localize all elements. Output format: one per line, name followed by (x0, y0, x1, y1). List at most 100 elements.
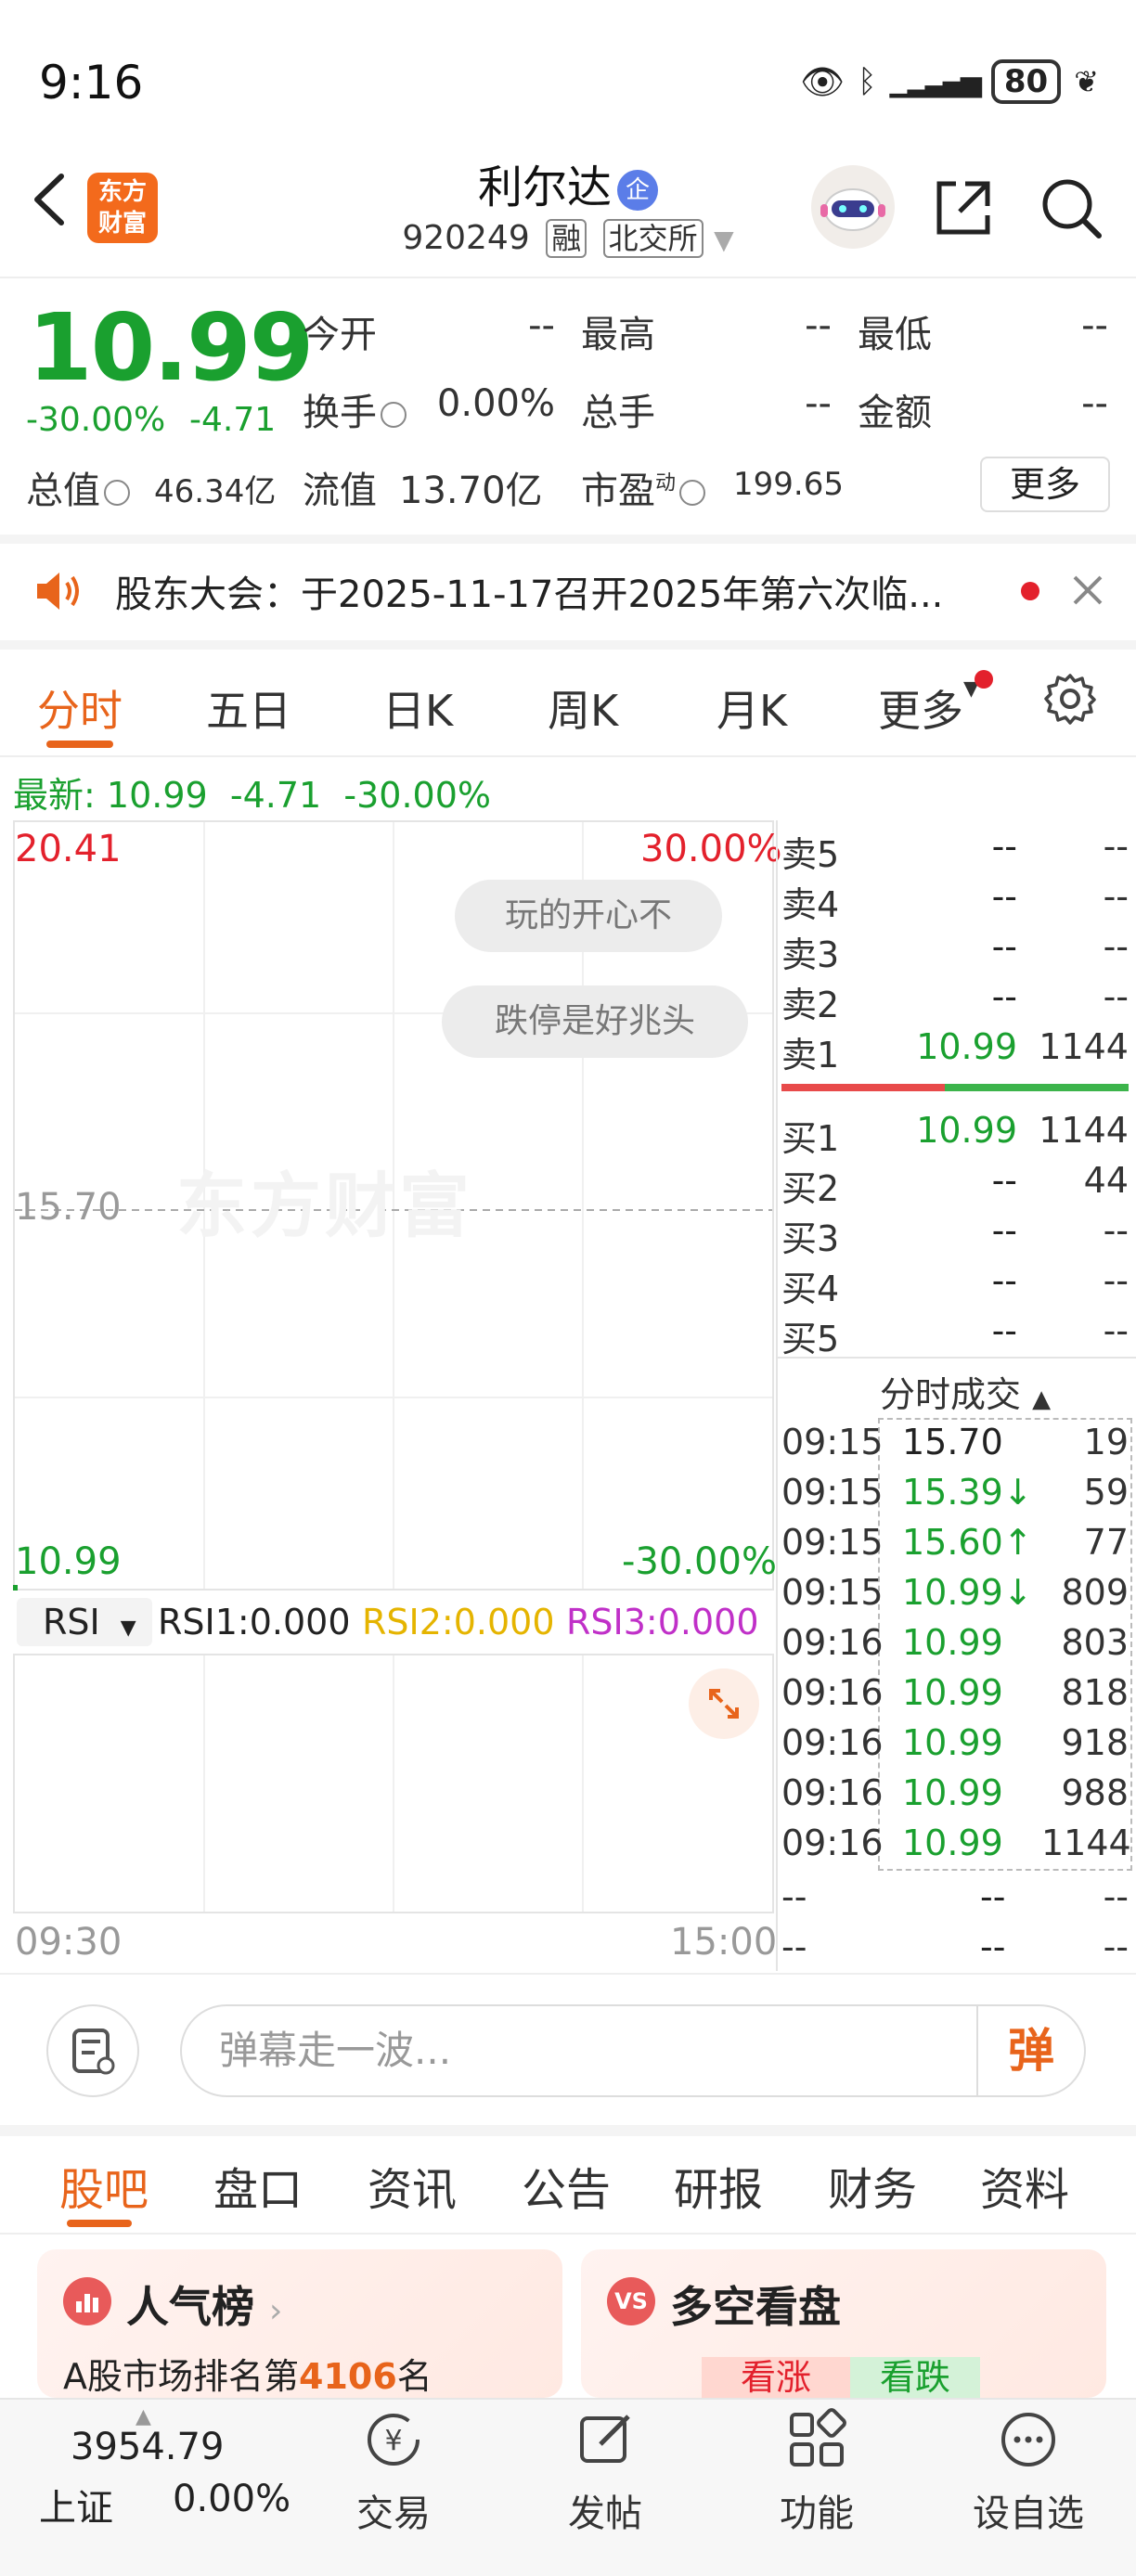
tab-daily-k[interactable]: 日K (382, 677, 453, 739)
x-end-label: 15:00 (670, 1921, 778, 1964)
gear-icon[interactable] (1043, 672, 1097, 726)
nav-post[interactable]: 发帖 (531, 2407, 679, 2537)
close-icon[interactable] (1067, 570, 1108, 611)
bid-row: 买4 -- -- (781, 1260, 1129, 1309)
orderbook-divider (778, 1357, 1136, 1359)
edit-icon (580, 2415, 630, 2463)
pe-label[interactable]: 市盈动 (581, 460, 706, 514)
vs-icon: VS (607, 2277, 655, 2325)
ticks-header[interactable]: 分时成交 ▲ (880, 1366, 1051, 1417)
sort-up-icon: ▲ (1032, 1385, 1052, 1413)
rsi-selector[interactable]: RSI ▼ (17, 1598, 152, 1646)
chevron-right-icon: › (269, 2292, 283, 2330)
ask-strength-bar (781, 1084, 945, 1091)
unread-dot (975, 670, 993, 689)
pct-low-label: -30.00% (622, 1540, 777, 1583)
grid-icon (790, 2408, 846, 2467)
robot-assistant-icon[interactable] (811, 165, 895, 249)
search-icon[interactable] (1036, 173, 1106, 243)
bid-row: 买5 -- -- (781, 1310, 1129, 1359)
tick-row: 09:16 10.99 1144 (781, 1823, 1131, 1863)
trade-icon: ¥ (368, 2414, 420, 2466)
tab-news[interactable]: 资讯 (368, 2153, 457, 2218)
section-gap (0, 2125, 1136, 2136)
tick-row: 09:15 15.70 19 (781, 1422, 1129, 1462)
tick-row: 09:16 10.99 918 (781, 1722, 1129, 1763)
section-divider (0, 1973, 1136, 1975)
speaker-icon (37, 573, 79, 610)
rsi2-value: RSI2:0.000 (362, 1602, 555, 1642)
unread-dot (1021, 582, 1039, 600)
expand-icon[interactable] (689, 1668, 759, 1739)
float-cap-label: 流值 (303, 470, 377, 512)
change-amount: -4.71 (189, 401, 277, 439)
low-value: -- (1081, 304, 1108, 347)
exchange-tag: 北交所 (602, 219, 704, 258)
ask-row: 卖2 -- -- (781, 976, 1129, 1025)
open-value: -- (528, 304, 555, 347)
nav-functions[interactable]: 功能 (742, 2407, 891, 2537)
danmu-send-button[interactable]: 弹 (976, 2006, 1084, 2095)
stock-code: 920249 (402, 219, 530, 257)
danmu-input[interactable]: 弹幕走一波... (180, 2004, 1086, 2097)
bearish-button[interactable]: 看跌 (850, 2357, 980, 2398)
tab-more[interactable]: 更多▼ (878, 677, 979, 739)
bull-bear-title: 多空看盘 (670, 2282, 841, 2332)
rsi-chart[interactable] (13, 1654, 774, 1913)
tick-row: 09:16 10.99 803 (781, 1622, 1129, 1663)
panel-divider (776, 820, 778, 1971)
bullish-button[interactable]: 看涨 (702, 2357, 850, 2398)
dropdown-triangle-icon[interactable]: ▼ (714, 225, 734, 255)
note-icon[interactable] (46, 2004, 139, 2097)
tick-row: -- -- -- (781, 1876, 1129, 1917)
margin-tag: 融 (546, 219, 587, 258)
tab-guba[interactable]: 股吧 (59, 2153, 148, 2218)
tab-five-day[interactable]: 五日 (206, 677, 291, 739)
x-start-label: 09:30 (15, 1921, 123, 1964)
tab-intraday[interactable]: 分时 (37, 677, 123, 739)
tab-announcements[interactable]: 公告 (522, 2153, 611, 2218)
turnover-label[interactable]: 换手 (303, 382, 407, 436)
tab-pankou[interactable]: 盘口 (213, 2153, 303, 2218)
bid-row: 买3 -- -- (781, 1210, 1129, 1259)
bid-strength-bar (945, 1084, 1129, 1091)
index-percent[interactable]: 0.00% (173, 2478, 290, 2520)
tab-profile[interactable]: 资料 (980, 2153, 1069, 2218)
index-value[interactable]: 3954.79 (71, 2426, 224, 2468)
tab-weekly-k[interactable]: 周K (548, 677, 618, 739)
high-value: -- (805, 304, 832, 347)
change-percent: -30.00% (26, 401, 166, 439)
more-button[interactable]: 更多 (980, 457, 1110, 512)
index-name[interactable]: 上证 (39, 2478, 113, 2531)
y-low-label: 10.99 (15, 1540, 122, 1583)
bull-bear-card[interactable]: VS 多空看盘 看涨 看跌 (581, 2249, 1106, 2398)
info-icon[interactable] (381, 402, 407, 428)
latest-quote: 最新: 10.99 -4.71 -30.00% (13, 775, 491, 816)
nav-trade[interactable]: ¥ 交易 (319, 2407, 468, 2537)
tab-finance[interactable]: 财务 (828, 2153, 917, 2218)
info-icon[interactable] (679, 480, 706, 506)
market-cap-label[interactable]: 总值 (26, 460, 130, 514)
notice-text[interactable]: 股东大会：于2025-11-17召开2025年第六次临... (115, 564, 943, 618)
y-mid-label: 15.70 (15, 1186, 122, 1229)
popularity-card[interactable]: 人气榜 › A股市场排名第4106名 (37, 2249, 562, 2398)
chart-icon (63, 2277, 111, 2325)
popularity-rank: A股市场排名第4106名 (63, 2356, 432, 2397)
pct-high-label: 30.00% (640, 828, 782, 870)
tick-row: 09:15 10.99↓ 809 (781, 1572, 1129, 1613)
nav-add-watchlist[interactable]: 设自选 (954, 2407, 1103, 2537)
volume-label: 总手 (581, 392, 655, 434)
ask-row: 卖4 -- -- (781, 876, 1129, 925)
section-gap (0, 535, 1136, 544)
share-icon[interactable] (928, 173, 999, 243)
tabs-divider (0, 2233, 1136, 2235)
tab-research[interactable]: 研报 (674, 2153, 763, 2218)
tab-monthly-k[interactable]: 月K (716, 677, 787, 739)
status-time: 9:16 (39, 56, 144, 109)
info-icon[interactable] (104, 480, 130, 506)
price-line (13, 1585, 18, 1591)
y-high-label: 20.41 (15, 828, 122, 870)
rsi-grid (203, 1655, 584, 1912)
section-gap (0, 640, 1136, 650)
ask-row: 卖5 -- -- (781, 826, 1129, 875)
